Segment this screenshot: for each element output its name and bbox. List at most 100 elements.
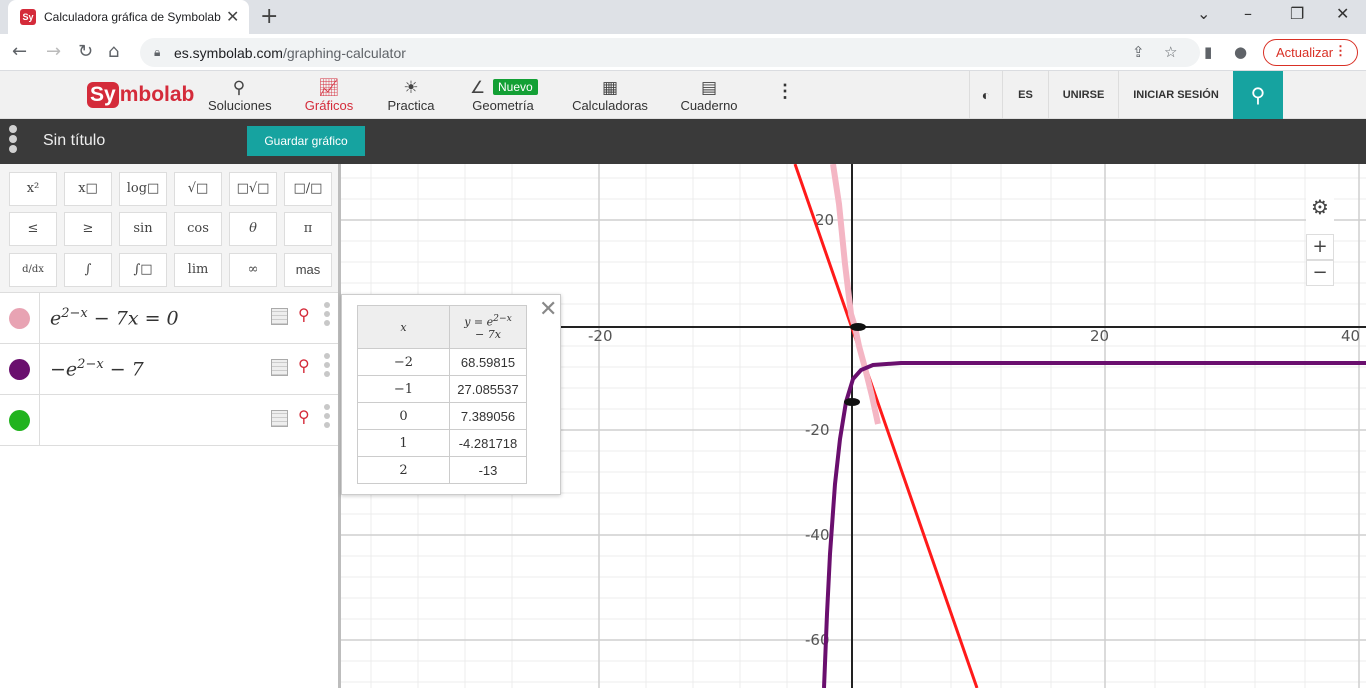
key-leq[interactable]: ≤ <box>9 212 57 246</box>
tab-title: Calculadora gráfica de Symbolab <box>44 10 221 24</box>
nav-practica[interactable]: ☀ Practica <box>386 78 436 113</box>
expression-row[interactable]: ⚲ <box>0 395 338 446</box>
graph-title[interactable]: Sin título <box>43 132 105 150</box>
table-row: 1 -4.281718 <box>357 429 527 457</box>
table-row: 0 7.389056 <box>357 402 527 430</box>
row-menu-icon[interactable] <box>324 353 332 380</box>
key-power[interactable]: x□ <box>64 172 112 206</box>
intersection-point[interactable] <box>850 323 866 331</box>
key-more[interactable]: mas <box>284 253 332 287</box>
table-icon[interactable] <box>271 359 288 376</box>
key-limit[interactable]: lim <box>174 253 222 287</box>
key-theta[interactable]: θ <box>229 212 277 246</box>
symbolab-logo[interactable]: Sy mbolab <box>87 82 194 112</box>
close-tab-icon[interactable]: ✕ <box>226 7 239 26</box>
share-icon[interactable]: ⇪ <box>1132 43 1145 61</box>
row-menu-icon[interactable] <box>324 302 332 329</box>
lock-icon[interactable]: 🔒︎ <box>154 45 160 60</box>
site-header: Sy mbolab ⚲ Soluciones 📈︎ Gráficos ☀ Prac… <box>0 71 1366 119</box>
restore-icon[interactable]: ❐ <box>1290 4 1304 23</box>
row-menu-icon[interactable] <box>324 404 332 431</box>
login-button[interactable]: INICIAR SESIÓN <box>1118 71 1233 119</box>
color-swatch[interactable] <box>9 359 30 380</box>
graph-menu-icon[interactable] <box>9 125 19 155</box>
bookmark-star-icon[interactable]: ☆ <box>1164 43 1177 61</box>
x-tick-label: 20 <box>1090 327 1109 345</box>
color-swatch[interactable] <box>9 308 30 329</box>
zoom-search-icon[interactable]: ⚲ <box>298 305 310 324</box>
nuevo-badge: Nuevo <box>493 79 538 95</box>
y-tick-label: -20 <box>805 421 830 439</box>
browser-tab-strip: Sy Calculadora gráfica de Symbolab ✕ + ⌄… <box>0 0 1366 34</box>
nav-calculadoras[interactable]: ▦ Calculadoras <box>571 78 649 113</box>
value-table: x y = e2−x − 7x −2 68.59815 −1 27.085537 07… <box>357 305 527 484</box>
nav-soluciones[interactable]: ⚲ Soluciones <box>208 78 272 113</box>
close-window-icon[interactable]: ✕ <box>1336 4 1349 23</box>
key-cos[interactable]: cos <box>174 212 222 246</box>
table-icon[interactable] <box>271 308 288 325</box>
color-swatch[interactable] <box>9 410 30 431</box>
table-header-y: y = e2−x − 7x <box>449 305 527 349</box>
y-tick-label: -40 <box>805 526 830 544</box>
math-keyboard: x² x□ log□ √□ □√□ □/□ ≤ ≥ sin cos θ π d/… <box>0 164 338 293</box>
side-panel-icon[interactable]: ▮ <box>1204 43 1212 61</box>
site-search-button[interactable]: ⚲ <box>1233 71 1283 119</box>
key-derivative[interactable]: d/dx <box>9 253 57 287</box>
zoom-in-button[interactable]: + <box>1306 234 1334 260</box>
nav-cuaderno[interactable]: ▤ Cuaderno <box>680 78 738 113</box>
expression-panel: x² x□ log□ √□ □√□ □/□ ≤ ≥ sin cos θ π d/… <box>0 164 341 688</box>
browser-tab[interactable]: Sy Calculadora gráfica de Symbolab ✕ <box>8 0 249 34</box>
table-header-x: x <box>357 305 450 349</box>
profile-avatar-icon[interactable]: ● <box>1234 43 1247 61</box>
key-integral[interactable]: ∫ <box>64 253 112 287</box>
table-row: −1 27.085537 <box>357 375 527 403</box>
close-icon[interactable]: ✕ <box>539 297 557 322</box>
key-geq[interactable]: ≥ <box>64 212 112 246</box>
forward-icon[interactable]: → <box>46 41 61 62</box>
url-text: es.symbolab.com/graphing-calculator <box>174 45 406 61</box>
address-bar: ← → ↻ ⌂ 🔒︎ es.symbolab.com/graphing-calc… <box>0 34 1366 71</box>
value-table-popup: ✕ x y = e2−x − 7x −2 68.59815 −1 27.085537 … <box>341 294 561 495</box>
contrast-toggle-icon[interactable]: ◐ <box>969 71 1002 119</box>
back-icon[interactable]: ← <box>12 41 27 62</box>
url-input[interactable]: 🔒︎ es.symbolab.com/graphing-calculator ⇪… <box>140 38 1200 67</box>
minimize-icon[interactable]: – <box>1244 4 1252 23</box>
update-button[interactable]: Actualizar ⋮ <box>1263 39 1358 66</box>
nav-graficos[interactable]: 📈︎ Gráficos <box>304 78 354 113</box>
key-infinity[interactable]: ∞ <box>229 253 277 287</box>
key-nth-root[interactable]: □√□ <box>229 172 277 206</box>
settings-gear-icon[interactable]: ⚙ <box>1306 194 1334 222</box>
table-icon[interactable] <box>271 410 288 427</box>
reload-icon[interactable]: ↻ <box>78 41 93 62</box>
expression-input[interactable]: −e2−x − 7 <box>50 357 144 380</box>
symbolab-favicon-icon: Sy <box>20 9 36 25</box>
key-sqrt[interactable]: √□ <box>174 172 222 206</box>
key-fraction[interactable]: □/□ <box>284 172 332 206</box>
key-square[interactable]: x² <box>9 172 57 206</box>
x-tick-label: -20 <box>588 327 613 345</box>
key-log[interactable]: log□ <box>119 172 167 206</box>
graph-toolbar: Sin título Guardar gráfico <box>0 119 1366 164</box>
update-label: Actualizar <box>1276 45 1334 60</box>
home-icon[interactable]: ⌂ <box>108 41 119 62</box>
key-sin[interactable]: sin <box>119 212 167 246</box>
more-menu-icon[interactable]: ⋮ <box>776 81 794 102</box>
table-row: 2 -13 <box>357 456 527 484</box>
language-button[interactable]: ES <box>1002 71 1048 119</box>
calculator-icon: ▦ <box>601 78 619 98</box>
zoom-out-button[interactable]: − <box>1306 260 1334 286</box>
join-button[interactable]: UNIRSE <box>1048 71 1118 119</box>
tab-search-chevron-icon[interactable]: ⌄ <box>1197 4 1210 23</box>
expression-input[interactable]: e2−x − 7x = 0 <box>50 306 179 329</box>
search-icon: ⚲ <box>232 78 246 98</box>
x-tick-label: 40 <box>1341 327 1360 345</box>
save-graph-button[interactable]: Guardar gráfico <box>247 126 365 156</box>
new-tab-icon[interactable]: + <box>260 4 278 29</box>
expression-row[interactable]: −e2−x − 7 ⚲ <box>0 344 338 395</box>
zoom-search-icon[interactable]: ⚲ <box>298 356 310 375</box>
y-intercept-point[interactable] <box>844 398 860 406</box>
key-pi[interactable]: π <box>284 212 332 246</box>
expression-row[interactable]: e2−x − 7x = 0 ⚲ <box>0 293 338 344</box>
zoom-search-icon[interactable]: ⚲ <box>298 407 310 426</box>
key-definite-integral[interactable]: ∫□ <box>119 253 167 287</box>
